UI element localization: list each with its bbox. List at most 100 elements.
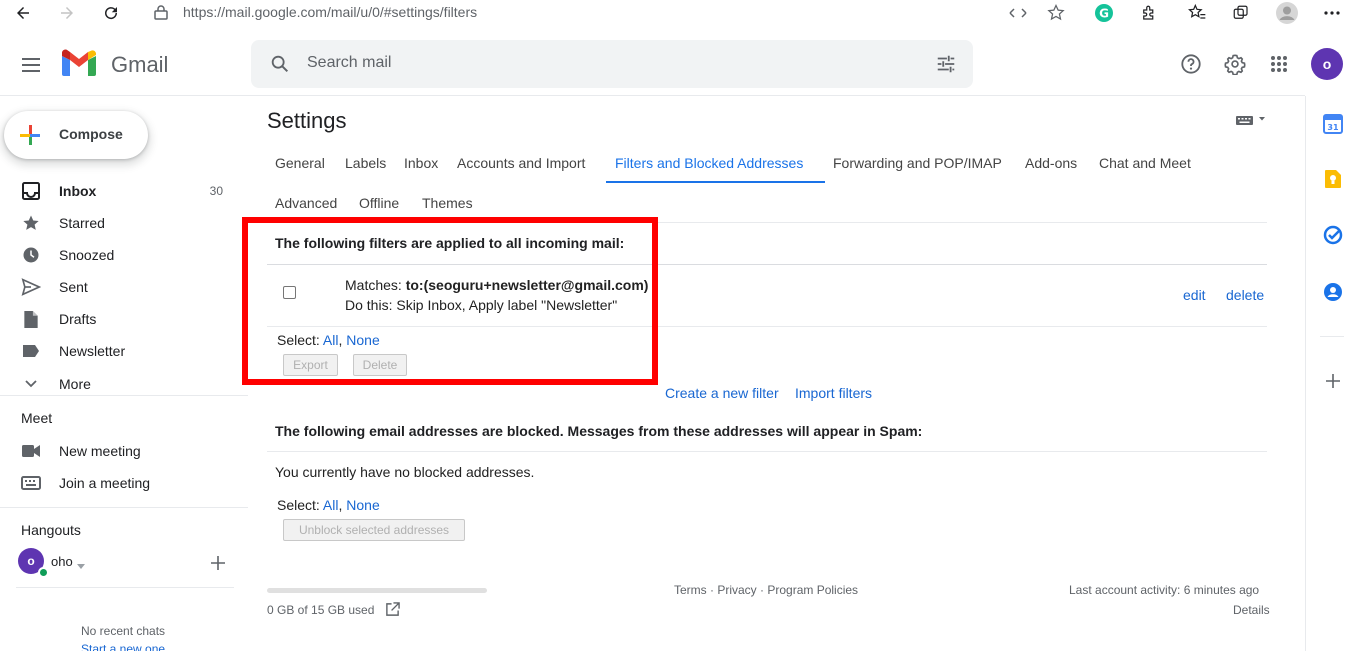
meet-section-title: Meet (21, 410, 53, 426)
forward-icon[interactable] (52, 0, 82, 25)
page-title: Settings (267, 108, 347, 133)
join-meeting-label: Join a meeting (59, 475, 151, 491)
search-input[interactable] (307, 54, 907, 72)
video-camera-icon (20, 441, 42, 461)
sidebar-item-sent[interactable]: Sent (0, 271, 248, 303)
address-bar[interactable]: https://mail.google.com/mail/u/0/#settin… (183, 4, 477, 20)
hangouts-avatar-letter: o (27, 554, 35, 568)
blocked-divider (267, 451, 1267, 452)
create-filter-link[interactable]: Create a new filter (665, 385, 779, 401)
grammarly-icon[interactable]: G (1092, 1, 1116, 25)
active-tab-indicator (606, 181, 825, 183)
hangouts-section-title: Hangouts (21, 522, 81, 538)
compose-label: Compose (59, 126, 123, 142)
collections-icon[interactable] (1229, 1, 1253, 25)
reload-icon[interactable] (96, 0, 126, 25)
profile-icon[interactable] (1275, 1, 1299, 25)
chevron-down-icon (20, 374, 42, 394)
sidebar-item-label: Inbox (59, 183, 97, 199)
tasks-icon[interactable] (1322, 224, 1344, 246)
sidebar-item-starred[interactable]: Starred (0, 207, 248, 239)
sidebar-item-snoozed[interactable]: Snoozed (0, 239, 248, 271)
storage-usage: 0 GB of 15 GB used (267, 603, 375, 617)
blocked-select-row: Select: All, None (277, 497, 380, 513)
star-icon (20, 213, 42, 233)
online-status-dot (38, 567, 49, 578)
unblock-button[interactable]: Unblock selected addresses (283, 519, 465, 541)
tab-chat-and-meet[interactable]: Chat and Meet (1099, 155, 1191, 171)
back-icon[interactable] (8, 0, 38, 25)
select-all-link[interactable]: All (323, 497, 339, 513)
sidebar-item-label: Snoozed (59, 247, 115, 263)
input-tools-icon[interactable] (1235, 112, 1267, 131)
tab-advanced[interactable]: Advanced (275, 195, 337, 211)
add-addon-icon[interactable] (1322, 370, 1344, 392)
sidebar-divider (0, 507, 248, 508)
tab-general[interactable]: General (275, 155, 325, 171)
program-policies-link[interactable]: Program Policies (767, 583, 858, 597)
search-bar[interactable] (251, 40, 973, 88)
storage-bar (267, 588, 487, 593)
no-recent-chats: No recent chats (81, 624, 166, 638)
sidebar-divider (0, 395, 248, 396)
select-none-link[interactable]: None (346, 497, 379, 513)
calendar-icon[interactable]: 31 (1322, 113, 1344, 135)
hangouts-user-name[interactable]: oho (51, 554, 73, 569)
keep-icon[interactable] (1322, 168, 1344, 190)
favorites-icon[interactable] (1185, 1, 1209, 25)
lock-icon[interactable] (152, 3, 170, 21)
select-label: Select: (277, 497, 323, 513)
import-filters-link[interactable]: Import filters (795, 385, 872, 401)
highlight-annotation (242, 217, 658, 385)
reader-icon[interactable] (1006, 1, 1030, 25)
status-dropdown-icon[interactable] (77, 557, 85, 573)
sidebar-item-drafts[interactable]: Drafts (0, 303, 248, 335)
contacts-icon[interactable] (1322, 281, 1344, 303)
inbox-icon (20, 181, 42, 201)
terms-link[interactable]: Terms (674, 583, 707, 597)
details-link[interactable]: Details (1233, 603, 1270, 617)
tab-labels[interactable]: Labels (345, 155, 386, 171)
sidebar-item-label: Drafts (59, 311, 97, 327)
sidebar-item-inbox[interactable]: Inbox 30 (0, 175, 248, 207)
tab-add-ons[interactable]: Add-ons (1025, 155, 1077, 171)
apps-grid-icon[interactable] (1265, 50, 1293, 78)
blocked-heading: The following email addresses are blocke… (275, 423, 923, 439)
sidebar-item-label: More (59, 376, 91, 392)
new-meeting-item[interactable]: New meeting (0, 435, 248, 467)
last-activity: Last account activity: 6 minutes ago (1069, 583, 1260, 597)
sidebar-item-newsletter[interactable]: Newsletter (0, 335, 248, 367)
tab-inbox[interactable]: Inbox (404, 155, 438, 171)
compose-button[interactable]: Compose (4, 111, 148, 159)
account-avatar[interactable]: o (1311, 48, 1343, 80)
tab-forwarding-pop-imap[interactable]: Forwarding and POP/IMAP (833, 155, 1002, 171)
favorite-add-icon[interactable] (1044, 1, 1068, 25)
delete-filter-link[interactable]: delete (1226, 287, 1264, 303)
external-link-icon[interactable] (385, 602, 400, 620)
side-panel: 31 (1305, 96, 1357, 651)
main-menu-icon[interactable] (16, 50, 46, 80)
tab-themes[interactable]: Themes (422, 195, 473, 211)
join-meeting-item[interactable]: Join a meeting (0, 467, 248, 499)
gmail-logo[interactable] (60, 48, 100, 80)
search-options-icon[interactable] (935, 53, 957, 78)
tab-offline[interactable]: Offline (359, 195, 399, 211)
unread-count: 30 (209, 184, 223, 198)
settings-gear-icon[interactable] (1221, 50, 1249, 78)
blocked-empty-text: You currently have no blocked addresses. (275, 464, 535, 480)
extensions-icon[interactable] (1137, 1, 1161, 25)
tab-filters-and-blocked[interactable]: Filters and Blocked Addresses (615, 155, 803, 171)
rail-divider (1320, 336, 1344, 337)
more-icon[interactable] (1320, 1, 1344, 25)
tab-accounts-and-import[interactable]: Accounts and Import (457, 155, 585, 171)
footer-links: Terms · Privacy · Program Policies (674, 583, 858, 597)
search-icon[interactable] (269, 53, 291, 78)
privacy-link[interactable]: Privacy (717, 583, 756, 597)
sidebar-item-label: Starred (59, 215, 105, 231)
label-icon (20, 341, 42, 361)
edit-filter-link[interactable]: edit (1183, 287, 1206, 303)
start-chat-link[interactable]: Start a new one (81, 642, 165, 651)
help-icon[interactable] (1177, 50, 1205, 78)
add-chat-icon[interactable] (210, 555, 226, 574)
clock-icon (20, 245, 42, 265)
